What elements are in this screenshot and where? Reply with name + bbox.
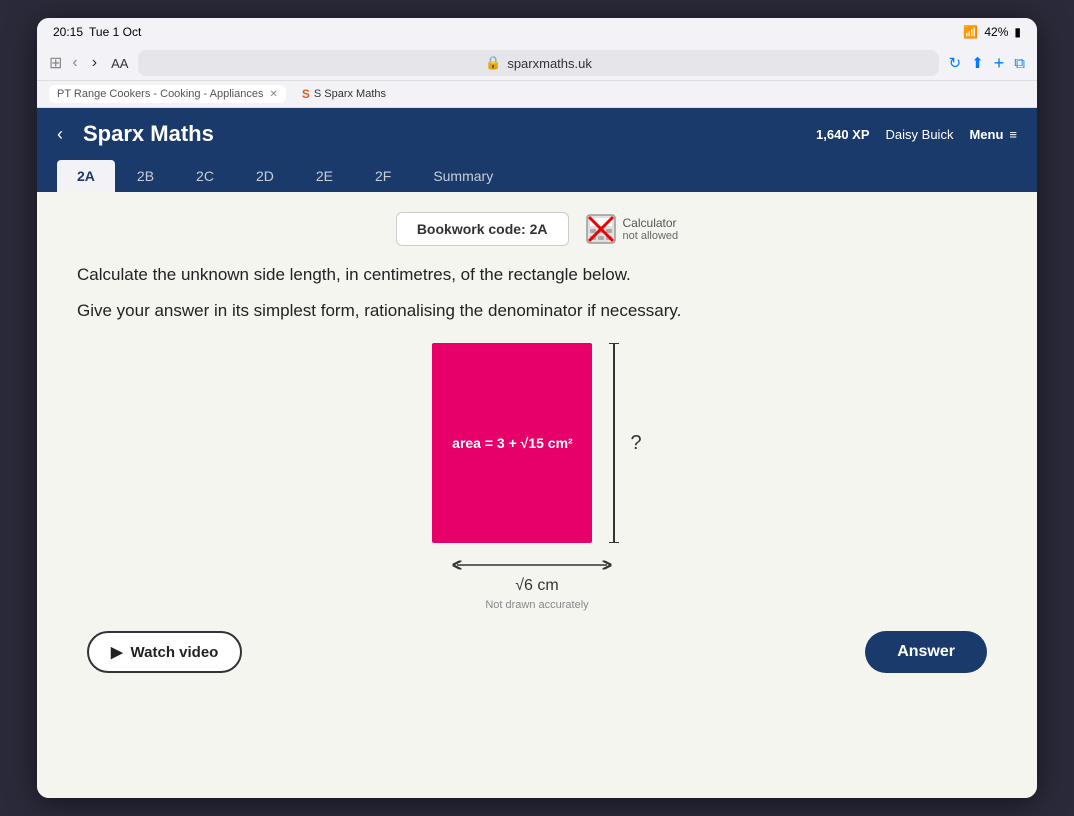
- tab-pt-label: PT Range Cookers - Cooking - Appliances: [57, 88, 263, 100]
- browser-nav: ⊞ ‹ › AA: [49, 52, 128, 74]
- tab-bar: PT Range Cookers - Cooking - Appliances …: [37, 81, 1037, 108]
- bottom-actions: ▶ Watch video Answer: [77, 631, 997, 673]
- calculator-status: Calculator not allowed: [623, 216, 679, 242]
- status-time: 20:15: [53, 25, 83, 39]
- unknown-label: ?: [630, 432, 641, 455]
- status-bar: 20:15 Tue 1 Oct 📶 42% ▮: [37, 18, 1037, 46]
- main-content: Bookwork code: 2A: [37, 192, 1037, 798]
- forward-button[interactable]: ›: [88, 52, 101, 74]
- tab-2f[interactable]: 2F: [355, 160, 411, 192]
- url-bar[interactable]: 🔒 sparxmaths.uk: [138, 50, 938, 76]
- question-line1: Calculate the unknown side length, in ce…: [77, 262, 997, 288]
- aa-label: AA: [111, 56, 128, 71]
- calculator-label: Calculator: [623, 216, 679, 230]
- bookwork-code: Bookwork code: 2A: [396, 212, 569, 246]
- play-icon: ▶: [111, 643, 123, 661]
- width-label: √6 cm: [515, 577, 558, 595]
- bottom-arrow-svg: [447, 555, 627, 575]
- pink-rectangle: area = 3 + √15 cm²: [432, 343, 592, 543]
- tab-close-pt[interactable]: ✕: [269, 89, 277, 100]
- lock-icon: 🔒: [485, 55, 501, 71]
- tab-2d[interactable]: 2D: [236, 160, 294, 192]
- browser-tab-sparx[interactable]: S S Sparx Maths: [296, 84, 392, 104]
- tab-2b[interactable]: 2B: [117, 160, 174, 192]
- answer-button[interactable]: Answer: [865, 631, 987, 673]
- bookwork-row: Bookwork code: 2A: [77, 212, 997, 246]
- answer-label: Answer: [897, 643, 955, 660]
- sparx-username: Daisy Buick: [886, 127, 954, 142]
- back-button[interactable]: ‹: [68, 52, 81, 74]
- browser-bar: ⊞ ‹ › AA 🔒 sparxmaths.uk ↻ ⬆ + ⧉: [37, 46, 1037, 81]
- browser-actions: ↻ ⬆ + ⧉: [949, 53, 1025, 74]
- add-tab-button[interactable]: +: [994, 53, 1005, 74]
- sparx-title: Sparx Maths: [83, 121, 214, 147]
- tabs-button[interactable]: ⧉: [1014, 55, 1025, 72]
- sidebar-icon[interactable]: ⊞: [49, 53, 62, 73]
- status-left: 20:15 Tue 1 Oct: [53, 25, 141, 39]
- refresh-button[interactable]: ↻: [949, 54, 962, 72]
- tab-2e[interactable]: 2E: [296, 160, 353, 192]
- right-bracket-svg: [604, 343, 624, 543]
- status-right: 📶 42% ▮: [963, 25, 1021, 39]
- tab-2a[interactable]: 2A: [57, 160, 115, 192]
- tab-summary[interactable]: Summary: [413, 160, 513, 192]
- calculator-badge: Calculator not allowed: [585, 213, 679, 245]
- watch-video-label: Watch video: [131, 644, 219, 661]
- nav-tabs: 2A 2B 2C 2D 2E 2F Summary: [37, 160, 1037, 192]
- calculator-sub: not allowed: [623, 230, 679, 242]
- sparx-menu-button[interactable]: Menu ≡: [969, 127, 1017, 142]
- battery-percent: 42%: [984, 25, 1008, 39]
- sparx-header: ‹ Sparx Maths 1,640 XP Daisy Buick Menu …: [37, 108, 1037, 160]
- sparx-right: 1,640 XP Daisy Buick Menu ≡: [816, 127, 1017, 142]
- menu-label: Menu: [969, 127, 1003, 142]
- not-drawn-label: Not drawn accurately: [485, 599, 588, 611]
- sparx-xp: 1,640 XP: [816, 127, 870, 142]
- battery-icon: ▮: [1014, 25, 1021, 39]
- right-bracket-area: ?: [604, 343, 641, 543]
- diagram-area: area = 3 + √15 cm² ?: [77, 343, 997, 611]
- rect-diagram: area = 3 + √15 cm² ?: [432, 343, 641, 543]
- tab-2c[interactable]: 2C: [176, 160, 234, 192]
- question-line2: Give your answer in its simplest form, r…: [77, 298, 997, 324]
- watch-video-button[interactable]: ▶ Watch video: [87, 631, 242, 673]
- wifi-icon: 📶: [963, 25, 978, 39]
- tab-sparx-label: S Sparx Maths: [314, 88, 386, 100]
- hamburger-icon: ≡: [1009, 127, 1017, 142]
- share-button[interactable]: ⬆: [971, 54, 984, 72]
- status-date: Tue 1 Oct: [89, 25, 141, 39]
- calculator-icon: [585, 213, 617, 245]
- area-label: area = 3 + √15 cm²: [452, 435, 573, 451]
- sparx-back-button[interactable]: ‹: [57, 124, 63, 145]
- browser-tab-pt[interactable]: PT Range Cookers - Cooking - Appliances …: [49, 85, 286, 103]
- url-text: sparxmaths.uk: [507, 56, 592, 71]
- bottom-label-row: √6 cm Not drawn accurately: [447, 555, 627, 611]
